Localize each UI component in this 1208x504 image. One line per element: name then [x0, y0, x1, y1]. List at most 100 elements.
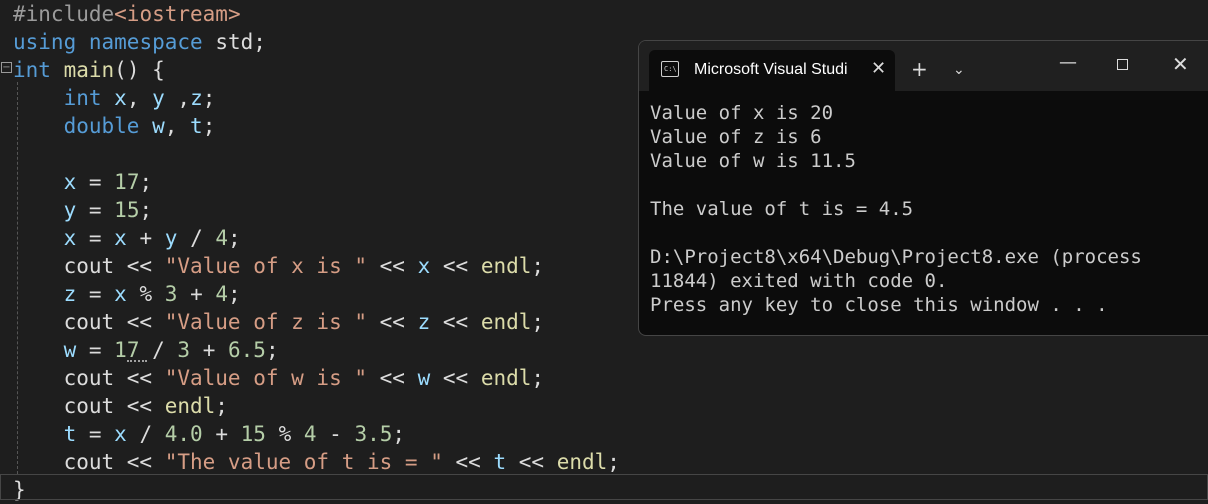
- code-token: "The value of t is = ": [164, 450, 443, 474]
- code-line[interactable]: y = 15;: [13, 196, 153, 224]
- code-token: 6.5: [228, 338, 266, 362]
- code-token: () {: [114, 58, 165, 82]
- code-token: <<: [430, 310, 481, 334]
- code-token: main: [63, 58, 115, 82]
- code-token: x: [63, 226, 77, 250]
- code-line[interactable]: cout << endl;: [13, 392, 228, 420]
- code-token: ;: [392, 422, 406, 446]
- indent-guide: [17, 82, 18, 474]
- console-titlebar[interactable]: C:\ Microsoft Visual Studi ✕ + ⌄ — ✕: [639, 41, 1208, 91]
- code-token: endl: [480, 366, 532, 390]
- code-token: cout <<: [13, 450, 165, 474]
- code-line[interactable]: cout << "Value of w is " << w << endl;: [13, 364, 545, 392]
- code-token: 3.5: [354, 422, 393, 446]
- code-token: ;: [531, 310, 545, 334]
- code-line[interactable]: cout << "Value of x is " << x << endl;: [13, 252, 545, 280]
- code-token: ;: [139, 198, 153, 222]
- code-line[interactable]: x = 17;: [13, 168, 153, 196]
- code-token: x: [63, 170, 77, 194]
- code-token: cout <<: [13, 254, 165, 278]
- console-tab[interactable]: C:\ Microsoft Visual Studi ✕: [649, 50, 895, 91]
- code-token: /: [177, 226, 216, 250]
- code-token: z: [63, 282, 77, 306]
- code-token: t: [190, 114, 203, 138]
- code-token: w: [63, 338, 77, 362]
- code-token: <<: [442, 450, 494, 474]
- code-token: int: [13, 58, 51, 82]
- code-token: 3: [164, 282, 178, 306]
- code-token: =: [76, 198, 115, 222]
- warning-squiggle: [127, 357, 147, 362]
- chevron-down-icon[interactable]: ⌄: [953, 61, 965, 79]
- code-token: <<: [430, 366, 481, 390]
- console-output-line: Value of z is 6: [650, 126, 822, 148]
- code-token: +: [190, 338, 228, 362]
- code-token: using: [13, 30, 77, 54]
- code-token: ;: [228, 226, 241, 250]
- code-token: 4: [215, 226, 229, 250]
- code-line[interactable]: int x, y ,z;: [13, 84, 216, 112]
- code-token: endl: [480, 254, 532, 278]
- code-token: y: [152, 86, 165, 110]
- code-token: w: [417, 366, 431, 390]
- code-token: x: [417, 254, 431, 278]
- code-line[interactable]: double w, t;: [13, 112, 216, 140]
- collapse-toggle-icon[interactable]: −: [1, 62, 12, 73]
- minimize-button[interactable]: —: [1059, 54, 1077, 72]
- code-line[interactable]: using namespace std;: [13, 28, 266, 56]
- code-token: <<: [506, 450, 557, 474]
- console-window[interactable]: C:\ Microsoft Visual Studi ✕ + ⌄ — ✕ Val…: [638, 40, 1208, 336]
- code-token: =: [76, 226, 115, 250]
- code-line[interactable]: cout << "The value of t is = " << t << e…: [13, 448, 620, 476]
- code-token: cout <<: [13, 394, 165, 418]
- code-token: -: [316, 422, 355, 446]
- console-output-line: The value of t is = 4.5: [650, 198, 914, 220]
- code-token: y: [164, 226, 178, 250]
- new-tab-button[interactable]: +: [911, 58, 928, 80]
- code-line[interactable]: int main() {: [13, 56, 165, 84]
- code-token: 15: [114, 198, 140, 222]
- code-line[interactable]: #include<iostream>: [13, 0, 241, 28]
- code-token: endl: [556, 450, 608, 474]
- code-token: ;: [228, 282, 241, 306]
- code-token: 4: [215, 282, 229, 306]
- console-output-line: Press any key to close this window . . .: [650, 294, 1108, 316]
- tab-title: Microsoft Visual Studi: [694, 61, 848, 78]
- close-icon[interactable]: ✕: [871, 59, 886, 79]
- code-token: x: [114, 282, 127, 306]
- code-token: ;: [202, 86, 216, 110]
- code-token: "Value of x is ": [164, 254, 368, 278]
- code-token: 4: [303, 422, 317, 446]
- code-line[interactable]: z = x % 3 + 4;: [13, 280, 241, 308]
- terminal-icon-label: C:\: [664, 65, 677, 73]
- code-token: <iostream>: [114, 2, 241, 26]
- code-line[interactable]: x = x + y / 4;: [13, 224, 241, 252]
- code-token: 3: [177, 338, 191, 362]
- code-token: ;: [531, 254, 545, 278]
- code-token: =: [76, 170, 115, 194]
- code-token: namespace: [88, 30, 203, 54]
- code-line[interactable]: cout << "Value of z is " << z << endl;: [13, 308, 545, 336]
- code-token: ;: [139, 170, 153, 194]
- code-token: "Value of z is ": [164, 310, 368, 334]
- window-close-button[interactable]: ✕: [1172, 53, 1189, 75]
- code-token: ;: [531, 366, 545, 390]
- code-token: w: [152, 114, 165, 138]
- code-token: x: [114, 86, 127, 110]
- code-token: =: [76, 338, 115, 362]
- code-token: +: [126, 226, 165, 250]
- maximize-button[interactable]: [1117, 59, 1128, 70]
- code-line[interactable]: t = x / 4.0 + 15 % 4 - 3.5;: [13, 420, 405, 448]
- code-token: <<: [430, 254, 481, 278]
- current-line-highlight: [0, 474, 1208, 500]
- code-token: int: [63, 86, 102, 110]
- console-output-line: Value of w is 11.5: [650, 150, 856, 172]
